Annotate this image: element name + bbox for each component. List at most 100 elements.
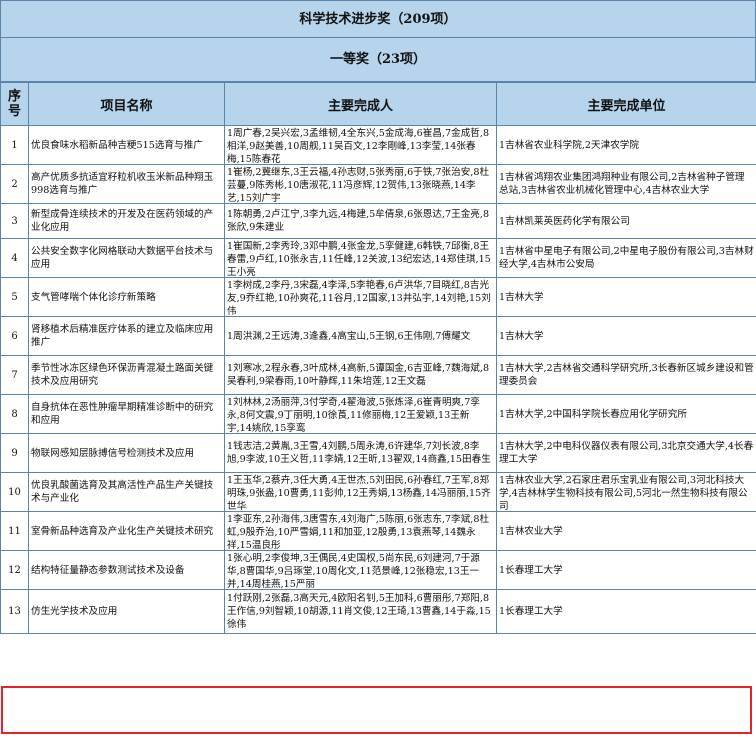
row-project-name: 支气管哮喘个体化诊疗新策略 (28, 277, 225, 317)
row-people: 1陈朝勇,2卢江宁,3李九远,4梅建,5牟倩泉,6张恩达,7王金亮,8张欣,9朱… (224, 203, 497, 239)
table-row: 5 支气管哮喘个体化诊疗新策略 1李树成,2李丹,3宋磊,4李泽,5李艳春,6卢洪华… (0, 277, 756, 317)
row-project-name: 室骨新品种选育及产业化生产关键技术研究 (28, 511, 225, 551)
row-project-name: 新型成骨连续技术的开发及在医药领域的产业化应用 (28, 203, 225, 239)
table-row: 7 季节性冰冻区绿色环保沥青混凝土路面关键技术及应用研究 1刘寒冰,2程永春,3叶成… (0, 355, 756, 395)
row-people-text: 1钱志洁,2黄胤,3王雪,4刘鹏,5周永涛,6许建华,7刘长波,8李旭,9李波,… (227, 441, 491, 465)
row-number: 10 (0, 472, 29, 512)
row-project-name: 公共安全数字化网格联动大数据平台技术与应用 (28, 238, 225, 278)
row-people-text: 1张心明,2李俊坤,3王偶民,4史国权,5尚东民,6刘建河,7于源华,8曹国华,… (227, 552, 480, 589)
row-project-name: 季节性冰冻区绿色环保沥青混凝土路面关键技术及应用研究 (28, 355, 225, 395)
row-number-text: 13 (8, 606, 21, 617)
row-people-text: 1崔杨,2冀继东,3王云福,4孙志财,5张秀丽,6于铁,7张治安,8杜芸蔓,9陈… (227, 166, 490, 203)
row-number-text: 9 (11, 447, 18, 459)
row-number-text: 3 (11, 215, 18, 227)
row-number: 7 (0, 355, 29, 395)
table-row: 9 物联网感知层脉搏信号检测技术及应用 1钱志洁,2黄胤,3王雪,4刘鹏,5周永涛,… (0, 433, 756, 473)
table-row: 13 仿生光学技术及应用 1付跃刚,2张磊,3高天元,4欧阳名钊,5王加科,6曹丽彤… (0, 589, 756, 634)
row-project-name: 自身抗体在恶性肿瘤早期精准诊断中的研究和应用 (28, 394, 225, 434)
row-people: 1李亚东,2孙海伟,3唐雪东,4刘海广,5陈丽,6张志东,7李斌,8杜虹,9殷乔… (224, 511, 497, 551)
award-table: 序号 项目名称 主要完成人 主要完成单位 1 优良食味水稻新品种吉粳515选育与推… (0, 82, 756, 634)
row-project-name-text: 物联网感知层脉搏信号检测技术及应用 (31, 447, 195, 459)
row-people-text: 1陈朝勇,2卢江宁,3李九远,4梅建,5牟倩泉,6张恩达,7王金亮,8张欣,9朱… (227, 209, 490, 233)
row-number-text: 4 (11, 252, 18, 264)
row-units: 1吉林省鸿翔农业集团鸿翔种业有限公司,2吉林省种子管理总站,3吉林省农业机械化管… (496, 164, 756, 204)
row-units: 1长春理工大学 (496, 589, 756, 634)
row-project-name-text: 高产优质多抗适宜籽粒机收玉米新品种翔玉998选育与推广 (31, 172, 214, 196)
row-number-text: 8 (11, 408, 18, 420)
row-people-text: 1王玉华,2蔡卉,3任大勇,4王世杰,5刘田民,6孙春红,7王军,8郑明珠,9张… (227, 474, 491, 511)
row-units: 1吉林大学,2中电科仪器仪表有限公司,3北京交通大学,4长春理工大学 (496, 433, 756, 473)
row-units-text: 1吉林大学,2中国科学院长春应用化学研究所 (499, 408, 687, 420)
row-project-name: 仿生光学技术及应用 (28, 589, 225, 634)
row-units-text: 1长春理工大学 (499, 564, 563, 576)
row-people: 1周广春,2吴兴宏,3孟维韧,4全东兴,5金成海,6崔昌,7金成哲,8相洋,9赵… (224, 125, 497, 165)
row-number-text: 5 (11, 291, 18, 303)
row-units: 1吉林农业大学 (496, 511, 756, 551)
row-number-text: 1 (11, 139, 18, 151)
header-seq: 序号 (0, 82, 29, 126)
row-project-name: 结构特征量静态参数测试技术及设备 (28, 550, 225, 590)
row-number: 5 (0, 277, 29, 317)
row-units-text: 1吉林大学 (499, 330, 544, 342)
row-number: 6 (0, 316, 29, 356)
row-project-name-text: 季节性冰冻区绿色环保沥青混凝土路面关键技术及应用研究 (31, 363, 214, 387)
row-people: 1崔国新,2李秀玲,3邓中鹏,4张金龙,5孪健建,6韩铁,7邱衡,8王春雷,9卢… (224, 238, 497, 278)
row-units: 1吉林省中星电子有限公司,2中星电子股份有限公司,3吉林财经大学,4吉林市公安局 (496, 238, 756, 278)
row-project-name-text: 自身抗体在恶性肿瘤早期精准诊断中的研究和应用 (31, 402, 214, 426)
row-number: 3 (0, 203, 29, 239)
row-people: 1刘寒冰,2程永春,3叶成林,4高新,5谭国金,6吉亚峰,7魏海斌,8吴春利,9… (224, 355, 497, 395)
award-level-heading: 一等奖（23项） (0, 38, 756, 82)
header-project: 项目名称 (28, 82, 225, 126)
row-project-name-text: 肾移植术后精准医疗体系的建立及临床应用推广 (31, 324, 214, 348)
table-row: 10 优良乳酸菌选育及其高活性产品生产关键技术与产业化 1王玉华,2蔡卉,3任大勇,… (0, 472, 756, 512)
row-units: 1吉林省农业科学院,2天津农学院 (496, 125, 756, 165)
row-number: 8 (0, 394, 29, 434)
row-people-text: 1刘林林,2汤丽萍,3付学奇,4翟海波,5张炼泽,6崔青明爽,7孪永,8何文震,… (227, 396, 480, 433)
row-people: 1钱志洁,2黄胤,3王雪,4刘鹏,5周永涛,6许建华,7刘长波,8李旭,9李波,… (224, 433, 497, 473)
row-project-name-text: 仿生光学技术及应用 (31, 606, 118, 617)
row-people-text: 1李树成,2李丹,3宋磊,4李泽,5李艳春,6卢洪华,7目晓红,8吉光友,9乔红… (227, 279, 491, 316)
row-people: 1刘林林,2汤丽萍,3付学奇,4翟海波,5张炼泽,6崔青明爽,7孪永,8何文震,… (224, 394, 497, 434)
row-project-name: 优良食味水稻新品种吉粳515选育与推广 (28, 125, 225, 165)
row-number: 4 (0, 238, 29, 278)
row-units-text: 1吉林大学,2吉林省交通科学研究所,3长春新区城乡建设和管理委员会 (499, 363, 754, 387)
row-project-name-text: 新型成骨连续技术的开发及在医药领域的产业化应用 (31, 209, 214, 233)
row-number-text: 6 (11, 330, 18, 342)
row-number: 11 (0, 511, 29, 551)
row-people-text: 1周广春,2吴兴宏,3孟维韧,4全东兴,5金成海,6崔昌,7金成哲,8相洋,9赵… (227, 127, 490, 164)
table-row: 8 自身抗体在恶性肿瘤早期精准诊断中的研究和应用 1刘林林,2汤丽萍,3付学奇,4翟… (0, 394, 756, 434)
row-units-text: 1吉林大学 (499, 291, 544, 303)
header-units: 主要完成单位 (496, 82, 756, 126)
row-project-name: 高产优质多抗适宜籽粒机收玉米新品种翔玉998选育与推广 (28, 164, 225, 204)
highlight-box (1, 686, 752, 734)
row-number: 2 (0, 164, 29, 204)
row-project-name: 物联网感知层脉搏信号检测技术及应用 (28, 433, 225, 473)
table-row: 1 优良食味水稻新品种吉粳515选育与推广 1周广春,2吴兴宏,3孟维韧,4全东兴,… (0, 125, 756, 165)
row-number: 13 (0, 589, 29, 634)
table-row: 11 室骨新品种选育及产业化生产关键技术研究 1李亚东,2孙海伟,3唐雪东,4刘海广… (0, 511, 756, 551)
row-units: 1吉林农业大学,2石家庄君乐宝乳业有限公司,3河北科技大学,4吉林林学生物科技有… (496, 472, 756, 512)
row-number: 9 (0, 433, 29, 473)
row-people: 1周洪渊,2王远涛,3逄鑫,4高宝山,5王钢,6王伟刚,7傅耀文 (224, 316, 497, 356)
row-people: 1李树成,2李丹,3宋磊,4李泽,5李艳春,6卢洪华,7目晓红,8吉光友,9乔红… (224, 277, 497, 317)
table-row: 2 高产优质多抗适宜籽粒机收玉米新品种翔玉998选育与推广 1崔杨,2冀继东,3王云… (0, 164, 756, 204)
row-project-name-text: 室骨新品种选育及产业化生产关键技术研究 (31, 525, 214, 537)
row-units: 1吉林大学,2吉林省交通科学研究所,3长春新区城乡建设和管理委员会 (496, 355, 756, 395)
row-number-text: 12 (8, 564, 21, 576)
row-people-text: 1崔国新,2李秀玲,3邓中鹏,4张金龙,5孪健建,6韩铁,7邱衡,8王春雷,9卢… (227, 240, 491, 277)
row-project-name-text: 公共安全数字化网格联动大数据平台技术与应用 (31, 246, 214, 270)
row-people-text: 1付跃刚,2张磊,3高天元,4欧阳名钊,5王加科,6曹丽彤,7郑阳,8王作信,9… (227, 593, 491, 630)
row-people-text: 1周洪渊,2王远涛,3逄鑫,4高宝山,5王钢,6王伟刚,7傅耀文 (227, 330, 471, 342)
row-project-name-text: 优良食味水稻新品种吉粳515选育与推广 (31, 139, 203, 151)
row-units-text: 1吉林省中星电子有限公司,2中星电子股份有限公司,3吉林财经大学,4吉林市公安局 (499, 246, 754, 270)
table-header-row: 序号 项目名称 主要完成人 主要完成单位 (0, 82, 756, 126)
table-row: 12 结构特征量静态参数测试技术及设备 1张心明,2李俊坤,3王偶民,4史国权,5尚… (0, 550, 756, 590)
row-people-text: 1李亚东,2孙海伟,3唐雪东,4刘海广,5陈丽,6张志东,7李斌,8杜虹,9殷乔… (227, 513, 490, 550)
row-people: 1王玉华,2蔡卉,3任大勇,4王世杰,5刘田民,6孙春红,7王军,8郑明珠,9张… (224, 472, 497, 512)
row-units-text: 1吉林凯莱英医药化学有限公司 (499, 215, 630, 227)
award-sheet: 科学技术进步奖（209项） 一等奖（23项） 序号 项目名称 主要完成人 主要完… (0, 0, 756, 634)
row-people: 1崔杨,2冀继东,3王云福,4孙志财,5张秀丽,6于铁,7张治安,8杜芸蔓,9陈… (224, 164, 497, 204)
row-units-text: 1吉林农业大学,2石家庄君乐宝乳业有限公司,3河北科技大学,4吉林林学生物科技有… (499, 474, 748, 511)
row-number: 12 (0, 550, 29, 590)
row-project-name-text: 优良乳酸菌选育及其高活性产品生产关键技术与产业化 (31, 480, 214, 504)
